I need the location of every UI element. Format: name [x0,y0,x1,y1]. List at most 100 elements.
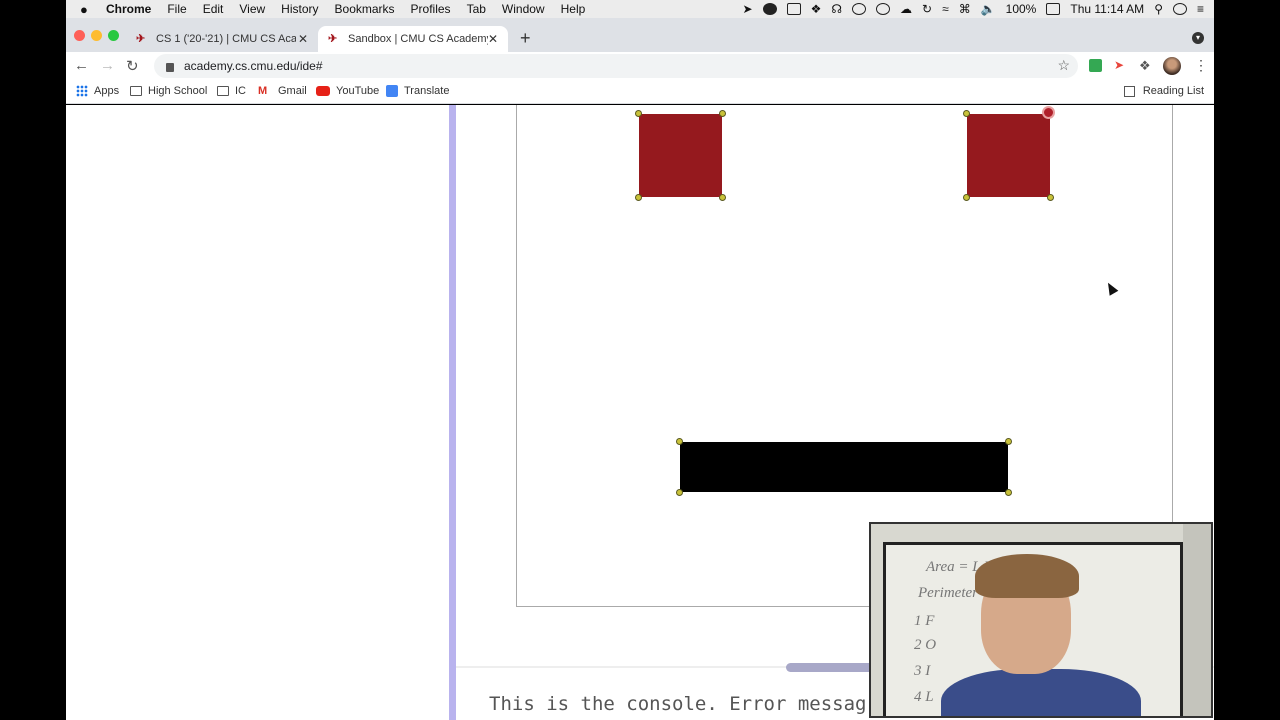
bookmark-ic[interactable]: IC [217,85,246,97]
sync-icon[interactable] [852,3,867,15]
resize-handle[interactable] [1047,194,1054,201]
do-not-disturb-icon[interactable] [876,3,891,15]
resize-handle[interactable] [963,110,970,117]
tab-search-icon[interactable]: ▾ [1192,32,1204,44]
resize-handle[interactable] [635,194,642,201]
siri-icon[interactable] [1172,3,1187,15]
zoom-window-button[interactable] [108,30,119,41]
menu-tab[interactable]: Tab [467,2,486,16]
whiteboard-text: 1 F [914,613,935,629]
resize-handle[interactable] [676,489,683,496]
reading-list-label: Reading List [1142,85,1204,97]
bookmark-high-school[interactable]: High School [130,85,207,97]
bookmark-gmail[interactable]: M Gmail [258,85,307,97]
mouth-rectangle-fill[interactable] [680,442,1008,492]
chrome-menu-icon[interactable]: ⋮ [1194,57,1208,74]
webcam-overlay: Area = L·W Perimeter 1 F 2 O 3 I 4 L [869,522,1213,718]
cmu-favicon-icon: ✈ [136,33,146,45]
cloud-icon[interactable]: ☁ [900,2,912,16]
close-tab-icon[interactable]: ✕ [488,32,498,46]
resize-handle[interactable] [719,194,726,201]
menu-edit[interactable]: Edit [203,2,224,16]
reload-button[interactable]: ↻ [126,57,139,75]
folder-icon [217,86,229,96]
whiteboard-text: 3 I [914,663,931,679]
menu-profiles[interactable]: Profiles [411,2,451,16]
bookmark-label: YouTube [336,85,380,97]
close-tab-icon[interactable]: ✕ [298,32,308,46]
location-icon[interactable]: ➤ [743,2,753,16]
tab-title: Sandbox | CMU CS Academy [348,33,488,45]
reading-list-button[interactable]: Reading List [1123,85,1204,97]
volume-icon[interactable]: 🔈 [981,2,996,16]
tab-strip: ✈ CS 1 ('20-'21) | CMU CS Acade ✕ ✈ Sand… [66,18,1214,52]
screen: ● Chrome File Edit View History Bookmark… [0,0,1280,720]
extensions-puzzle-icon[interactable]: ❖ [1139,59,1152,72]
menu-bar: ● Chrome File Edit View History Bookmark… [66,0,1214,18]
bookmark-label: High School [148,85,208,97]
screen-share-icon[interactable] [786,3,801,15]
pane-divider[interactable] [449,105,456,720]
extension-red-icon[interactable]: ➤ [1114,59,1127,72]
control-center-icon[interactable]: ≡ [1197,2,1204,16]
resize-handle[interactable] [1005,438,1012,445]
menu-file[interactable]: File [167,2,186,16]
menu-history[interactable]: History [281,2,318,16]
apps-grid-icon [76,85,88,97]
whiteboard-text: 4 L [914,689,934,705]
bookmark-apps[interactable]: Apps [76,85,119,97]
left-square[interactable] [635,110,726,201]
whiteboard-text: 2 O [914,637,937,653]
menu-help[interactable]: Help [561,2,586,16]
menu-bookmarks[interactable]: Bookmarks [335,2,395,16]
bookmark-label: Gmail [278,85,307,97]
bookmark-youtube[interactable]: YouTube [316,85,379,97]
activity-icon[interactable]: ≈ [942,2,949,16]
address-bar[interactable]: academy.cs.cmu.edu/ide# ☆ [154,54,1078,78]
spotlight-search-icon[interactable]: ⚲ [1154,2,1163,16]
right-square-fill[interactable] [967,114,1050,197]
new-tab-button[interactable]: + [520,28,531,49]
bookmark-translate[interactable]: Translate [386,85,449,97]
forward-button[interactable]: → [100,57,115,74]
back-button[interactable]: ← [74,57,89,74]
resize-handle[interactable] [1005,489,1012,496]
presenter-shirt [941,669,1141,716]
tab-cs1[interactable]: ✈ CS 1 ('20-'21) | CMU CS Acade ✕ [126,26,318,52]
translate-icon [386,85,398,97]
status-area: ➤ ❖ ☊ ☁ ↻ ≈ ⌘ 🔈 100% Thu 11:14 AM ⚲ ≡ [743,2,1214,16]
record-icon[interactable] [762,3,777,15]
rotate-handle-icon[interactable] [1042,106,1055,119]
whiteboard-text: Perimeter [918,585,978,601]
right-square[interactable] [963,106,1055,201]
battery-icon[interactable] [1046,3,1061,15]
tab-title: CS 1 ('20-'21) | CMU CS Acade [156,33,296,45]
lock-icon[interactable] [166,62,174,72]
close-window-button[interactable] [74,30,85,41]
menu-view[interactable]: View [239,2,265,16]
tab-sandbox[interactable]: ✈ Sandbox | CMU CS Academy ✕ [318,26,508,52]
headphones-icon[interactable]: ☊ [831,2,842,16]
menu-window[interactable]: Window [502,2,545,16]
url-text[interactable]: academy.cs.cmu.edu/ide# [184,59,323,73]
clock[interactable]: Thu 11:14 AM [1070,2,1144,16]
left-square-fill[interactable] [639,114,722,197]
menu-chrome[interactable]: Chrome [106,2,151,16]
extension-green-icon[interactable] [1089,59,1102,72]
whiteboard-rail [1183,524,1211,716]
resize-handle[interactable] [719,110,726,117]
profile-avatar[interactable] [1163,57,1181,75]
resize-handle[interactable] [635,110,642,117]
mouth-rectangle[interactable] [676,438,1012,496]
apple-icon[interactable]: ● [80,2,92,17]
dropbox-icon[interactable]: ❖ [811,2,822,16]
minimize-window-button[interactable] [91,30,102,41]
wifi-icon[interactable]: ⌘ [959,2,971,16]
console-resize-handle[interactable] [786,663,876,672]
time-machine-icon[interactable]: ↻ [922,2,932,16]
resize-handle[interactable] [676,438,683,445]
gmail-icon: M [258,85,268,97]
bookmark-star-icon[interactable]: ☆ [1057,57,1070,74]
resize-handle[interactable] [963,194,970,201]
battery-percent[interactable]: 100% [1006,2,1037,16]
